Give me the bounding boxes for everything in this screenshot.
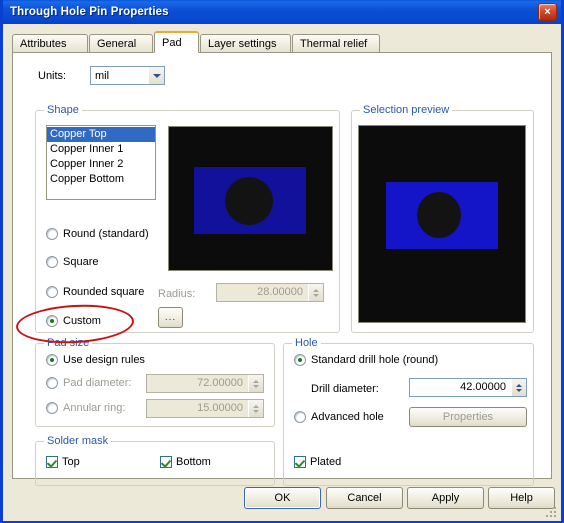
window-title: Through Hole Pin Properties [10,5,169,18]
radio-advanced-hole[interactable]: Advanced hole [294,411,384,423]
checkbox-label: Top [62,456,80,468]
radio-indicator [46,228,58,240]
pad-hole-shape [417,192,461,238]
checkbox-label: Plated [310,456,342,468]
title-bar: Through Hole Pin Properties × [3,0,561,24]
annular-ring-value: 15.00000 [197,402,243,414]
checkbox-indicator [160,456,172,468]
annular-ring-spinner: 15.00000 [146,399,264,418]
radio-label: Custom [63,315,101,327]
list-item[interactable]: Copper Top [47,127,155,142]
radio-label: Standard drill hole (round) [311,354,439,366]
ellipsis-icon: ... [164,312,177,323]
radio-custom[interactable]: Custom [46,315,101,327]
shape-preview [168,126,333,271]
checkbox-indicator [294,456,306,468]
selection-preview-title: Selection preview [360,104,453,116]
radio-label: Advanced hole [311,411,384,423]
button-label: Cancel [347,492,382,504]
drill-diameter-spinner[interactable]: 42.00000 [409,378,527,397]
radio-indicator [46,315,58,327]
list-item[interactable]: Copper Inner 1 [47,142,155,157]
pad-tab-panel: Units: mil Shape Copper Top Copper Inner… [12,52,552,486]
radio-indicator [46,377,58,389]
ok-button[interactable]: OK [244,487,321,509]
radius-label: Radius: [158,288,196,300]
radio-rounded-square[interactable]: Rounded square [46,286,144,298]
advanced-hole-properties-button[interactable]: Properties [409,407,527,427]
radio-indicator [46,286,58,298]
chevron-down-icon[interactable] [148,67,164,84]
resize-grip[interactable] [546,507,558,519]
drill-diameter-value: 42.00000 [460,381,506,393]
units-label: Units: [38,70,67,82]
units-combo[interactable]: mil [90,66,165,85]
tab-attributes[interactable]: Attributes [12,34,88,52]
radio-standard-drill-hole[interactable]: Standard drill hole (round) [294,354,438,366]
help-button[interactable]: Help [488,487,555,509]
cancel-button[interactable]: Cancel [326,487,403,509]
tab-strip: Attributes General Pad Layer settings Th… [12,31,552,53]
radio-label: Round (standard) [63,228,149,240]
radius-value: 28.00000 [257,286,303,298]
solder-mask-title: Solder mask [44,435,112,447]
button-label: Help [510,492,533,504]
tab-pad[interactable]: Pad [154,31,199,53]
selection-preview-canvas [358,125,526,323]
checkbox-label: Bottom [176,456,211,468]
checkbox-solder-mask-top[interactable]: Top [46,456,80,468]
radio-square[interactable]: Square [46,256,98,268]
tab-layer-settings[interactable]: Layer settings [200,34,291,52]
spinner-arrows [248,400,263,417]
radio-use-design-rules[interactable]: Use design rules [46,354,145,366]
tab-label: Pad [162,36,182,49]
radio-indicator [294,354,306,366]
radius-browse-button[interactable]: ... [158,307,183,328]
radio-indicator [294,411,306,423]
button-label: Properties [442,411,494,423]
close-icon[interactable]: × [538,3,557,21]
radio-label: Rounded square [63,286,145,298]
radio-indicator [46,256,58,268]
radio-label: Use design rules [63,354,145,366]
tab-label: General [97,37,137,50]
tab-label: Thermal relief [300,37,368,50]
spinner-arrows [308,284,323,301]
checkbox-plated[interactable]: Plated [294,456,341,468]
pad-size-title: Pad size [44,337,93,349]
button-label: OK [274,492,291,504]
shape-layer-listbox[interactable]: Copper Top Copper Inner 1 Copper Inner 2… [46,125,156,200]
radio-annular-ring[interactable]: Annular ring: [46,402,125,414]
list-item[interactable]: Copper Inner 2 [47,157,155,172]
pad-hole-shape [225,177,273,225]
hole-group-title: Hole [292,337,321,349]
tab-label: Layer settings [208,37,277,50]
checkbox-indicator [46,456,58,468]
radius-spinner: 28.00000 [216,283,324,302]
tab-label: Attributes [20,37,67,50]
spinner-arrows [248,375,263,392]
spinner-arrows[interactable] [511,379,526,396]
pad-diameter-spinner: 72.00000 [146,374,264,393]
button-label: Apply [431,492,460,504]
tab-thermal-relief[interactable]: Thermal relief [292,34,380,52]
list-item[interactable]: Copper Bottom [47,172,155,187]
radio-pad-diameter[interactable]: Pad diameter: [46,377,131,389]
radio-indicator [46,354,58,366]
dialog-client: Attributes General Pad Layer settings Th… [3,24,561,521]
radio-indicator [46,402,58,414]
pad-diameter-value: 72.00000 [197,377,243,389]
radio-label: Annular ring: [63,402,126,414]
apply-button[interactable]: Apply [407,487,484,509]
checkbox-solder-mask-bottom[interactable]: Bottom [160,456,211,468]
shape-group-title: Shape [44,104,82,116]
dialog-window: Through Hole Pin Properties × Attributes… [0,0,564,523]
radio-label: Square [63,256,99,268]
tab-general[interactable]: General [89,34,153,52]
radio-label: Pad diameter: [63,377,132,389]
drill-diameter-label: Drill diameter: [311,383,379,395]
radio-round-standard[interactable]: Round (standard) [46,228,149,240]
close-glyph: × [544,5,551,18]
units-value: mil [95,69,110,82]
